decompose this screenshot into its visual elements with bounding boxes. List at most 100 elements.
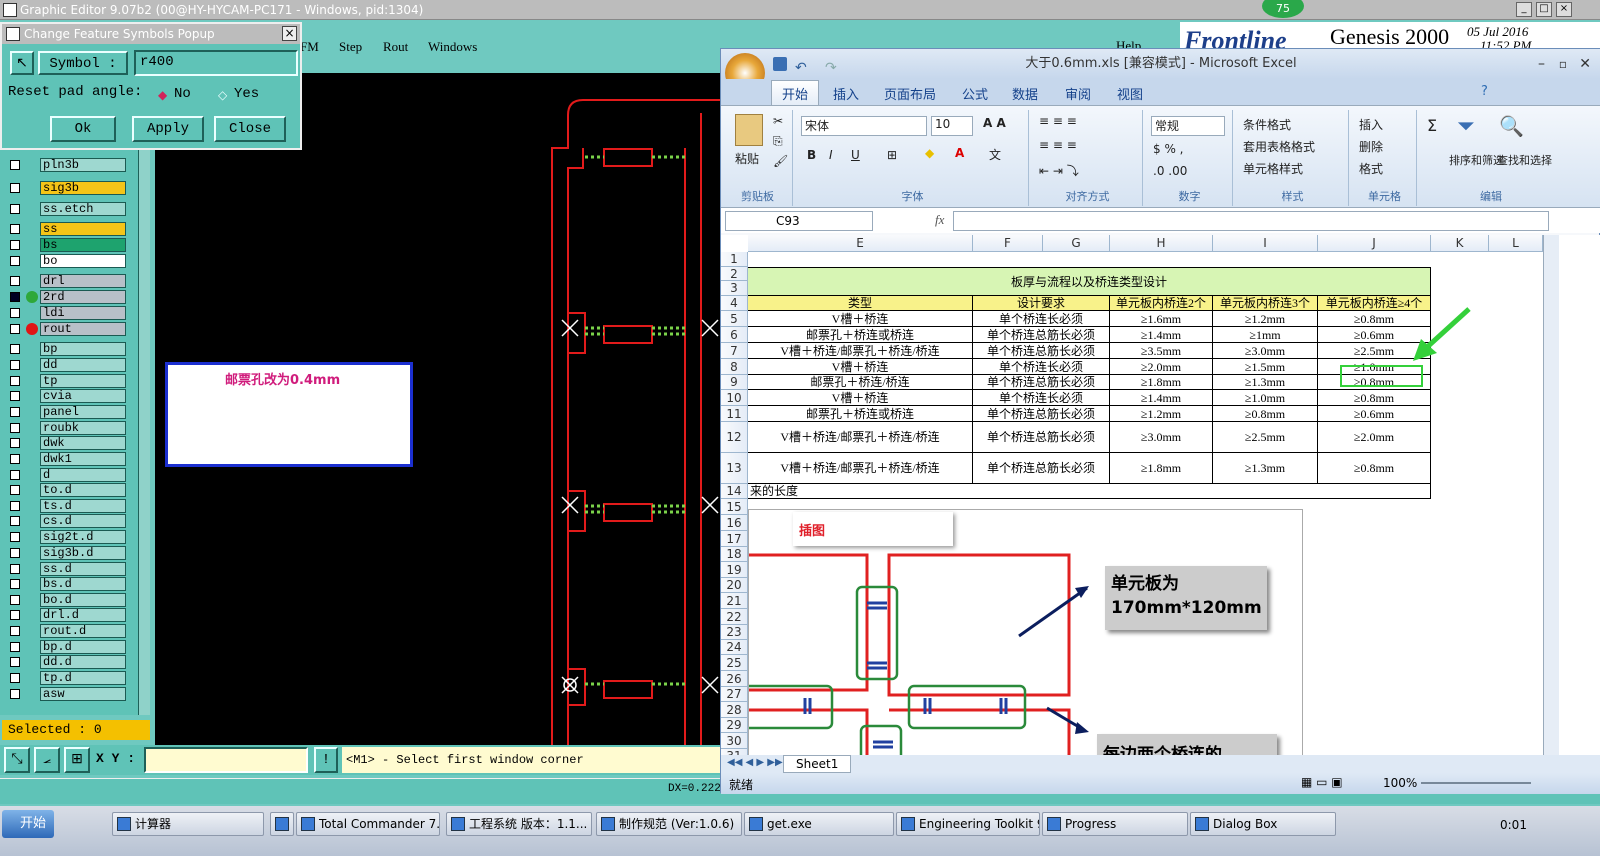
layer-name[interactable]: to.d: [40, 483, 126, 497]
table-cell[interactable]: ≥0.8mm: [1318, 453, 1431, 484]
table-cell[interactable]: ≥1.8mm: [1110, 453, 1213, 484]
ok-button[interactable]: Ok: [50, 116, 116, 142]
radio-no-icon[interactable]: ◆: [158, 88, 167, 102]
layer-row[interactable]: bo.d: [6, 593, 126, 607]
layer-row[interactable]: ss: [6, 222, 126, 236]
table-cell[interactable]: ≥2.5mm: [1213, 422, 1318, 453]
layer-checkbox[interactable]: [10, 160, 20, 170]
layer-row[interactable]: sig3b.d: [6, 546, 126, 560]
layer-checkbox[interactable]: [10, 344, 20, 354]
layer-name[interactable]: sig2t.d: [40, 530, 126, 544]
layer-name[interactable]: panel: [40, 405, 126, 419]
column-header[interactable]: I: [1213, 235, 1318, 252]
layer-checkbox[interactable]: [10, 579, 20, 589]
grow-font-icon[interactable]: A A: [983, 116, 1006, 130]
decimal-icon[interactable]: .0 .00: [1153, 164, 1187, 178]
paste-label[interactable]: 粘贴: [735, 150, 759, 167]
table-cell[interactable]: 单个桥连总筋长必须: [973, 453, 1110, 484]
layer-checkbox[interactable]: [10, 308, 20, 318]
radio-no-label[interactable]: No: [174, 86, 191, 102]
table-cell[interactable]: ≥1.5mm: [1213, 359, 1318, 375]
row-header[interactable]: 4: [721, 296, 748, 311]
row-header[interactable]: 12: [721, 422, 748, 453]
copy-icon[interactable]: ⎘: [773, 134, 783, 149]
font-name-select[interactable]: 宋体: [801, 116, 927, 136]
row-header[interactable]: 5: [721, 311, 748, 327]
table-cell[interactable]: V槽＋桥连: [748, 311, 973, 327]
layer-name[interactable]: bs: [40, 238, 126, 252]
row-header[interactable]: 26: [721, 671, 748, 687]
layer-row[interactable]: sig2t.d: [6, 530, 126, 544]
row-header[interactable]: 11: [721, 406, 748, 422]
underline-icon[interactable]: U: [851, 148, 860, 162]
layer-row[interactable]: drl: [6, 274, 126, 288]
taskbar-item[interactable]: Dialog Box: [1190, 812, 1336, 836]
layer-checkbox[interactable]: [10, 516, 20, 526]
table-cell[interactable]: ≥0.8mm: [1213, 406, 1318, 422]
row-header[interactable]: 8: [721, 359, 748, 375]
layer-row[interactable]: bs: [6, 238, 126, 252]
column-header[interactable]: H: [1110, 235, 1213, 252]
table-cell[interactable]: 邮票孔＋桥连/桥连: [748, 375, 973, 390]
table-cell[interactable]: ≥1.2mm: [1110, 406, 1213, 422]
menu-fm[interactable]: FM: [300, 39, 319, 55]
table-header[interactable]: 设计要求: [973, 296, 1110, 311]
conditional-format-button[interactable]: 条件格式: [1243, 116, 1291, 133]
view-buttons-icon[interactable]: ▦ ▭ ▣: [1301, 775, 1343, 789]
layer-name[interactable]: bo.d: [40, 593, 126, 607]
table-cell[interactable]: 单个桥连长必须: [973, 311, 1110, 327]
layer-name[interactable]: roubk: [40, 421, 126, 435]
embedded-figure[interactable]: 插图 单元板为 170mm*120mm: [748, 509, 1303, 780]
layer-name[interactable]: 2rd: [40, 290, 126, 304]
insert-cells-button[interactable]: 插入: [1359, 116, 1383, 133]
table-cell[interactable]: ≥0.6mm: [1318, 406, 1431, 422]
layer-checkbox[interactable]: [10, 626, 20, 636]
formula-input[interactable]: [953, 211, 1549, 231]
layer-checkbox[interactable]: [10, 485, 20, 495]
layer-row[interactable]: dd.d: [6, 655, 126, 669]
layer-row[interactable]: dwk1: [6, 452, 126, 466]
column-header[interactable]: J: [1318, 235, 1431, 252]
layer-checkbox[interactable]: [10, 564, 20, 574]
row-header[interactable]: 7: [721, 343, 748, 359]
layer-name[interactable]: bp.d: [40, 640, 126, 654]
radio-yes-label[interactable]: Yes: [234, 86, 259, 102]
vertical-scrollbar[interactable]: [1543, 235, 1559, 755]
measure-icon[interactable]: ⦟: [34, 747, 60, 773]
phonetic-icon[interactable]: 文: [989, 146, 1001, 163]
layer-name[interactable]: bo: [40, 254, 126, 268]
column-header[interactable]: F: [973, 235, 1043, 252]
autosum-icon[interactable]: Σ: [1427, 116, 1437, 135]
grid-icon[interactable]: ⊞: [64, 747, 90, 773]
cut-icon[interactable]: ✂: [773, 114, 783, 128]
layer-name[interactable]: rout: [40, 322, 126, 336]
layer-name[interactable]: ss.etch: [40, 202, 126, 216]
table-cell[interactable]: 单个桥连总筋长必须: [973, 422, 1110, 453]
layer-checkbox[interactable]: [10, 224, 20, 234]
pick-symbol-icon[interactable]: ↖: [10, 51, 34, 75]
table-cell[interactable]: V槽＋桥连/邮票孔＋桥连/桥连: [748, 343, 973, 359]
column-header[interactable]: K: [1431, 235, 1489, 252]
layer-name[interactable]: asw: [40, 687, 126, 701]
layer-name[interactable]: cs.d: [40, 514, 126, 528]
row-header[interactable]: 25: [721, 655, 748, 671]
layer-checkbox[interactable]: [10, 548, 20, 558]
column-header[interactable]: E: [748, 235, 973, 252]
font-color-icon[interactable]: A: [955, 146, 964, 160]
name-box[interactable]: C93: [725, 211, 873, 231]
tab-review[interactable]: 审阅: [1065, 84, 1091, 103]
layer-row[interactable]: cs.d: [6, 514, 126, 528]
menu-step[interactable]: Step: [339, 39, 362, 55]
layer-name[interactable]: dwk1: [40, 452, 126, 466]
taskbar-item[interactable]: 工程系统 版本：1.1...: [446, 812, 592, 836]
layer-name[interactable]: ts.d: [40, 499, 126, 513]
row-header[interactable]: 21: [721, 593, 748, 609]
row-header[interactable]: 17: [721, 531, 748, 547]
row-header[interactable]: 13: [721, 453, 748, 484]
table-cell[interactable]: ≥1.4mm: [1110, 327, 1213, 343]
layer-row[interactable]: dd: [6, 358, 126, 372]
layer-name[interactable]: dwk: [40, 436, 126, 450]
table-cell[interactable]: ≥1.3mm: [1213, 453, 1318, 484]
layer-checkbox[interactable]: [10, 292, 20, 302]
font-size-select[interactable]: 10: [931, 116, 973, 136]
